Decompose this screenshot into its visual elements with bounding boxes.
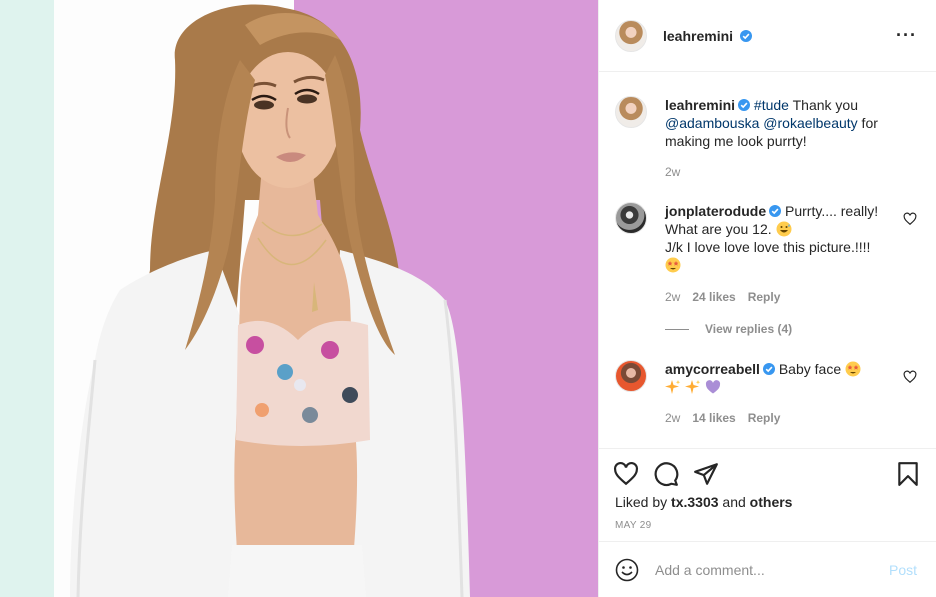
liked-prefix: Liked by <box>615 494 672 510</box>
view-replies-button[interactable]: View replies (4) <box>665 322 792 336</box>
caption-time[interactable]: 2w <box>665 165 680 179</box>
more-options-icon[interactable]: ··· <box>896 26 917 44</box>
grinning-sweat-face-icon <box>776 221 792 237</box>
like-comment-heart-icon[interactable] <box>903 370 917 384</box>
comments-list[interactable]: leahremini #tude Thank you @adambouska @… <box>599 72 936 448</box>
comment-text: jonplaterodude Purrty.... really! What a… <box>665 202 890 274</box>
author-row: leahremini <box>663 28 752 44</box>
emoji-smile-icon[interactable] <box>615 558 639 582</box>
avatar[interactable] <box>615 20 647 52</box>
comment-body: Baby face <box>778 361 842 377</box>
like-comment-heart-icon[interactable] <box>903 212 917 226</box>
avatar[interactable] <box>615 202 647 234</box>
post-date[interactable]: MAY 29 <box>615 520 651 531</box>
verified-badge-icon <box>762 363 775 375</box>
reply-button[interactable]: Reply <box>748 411 781 425</box>
avatar[interactable] <box>615 360 647 392</box>
add-comment-bar: Post <box>599 541 936 597</box>
liked-user-link[interactable]: tx.3303 <box>671 494 718 510</box>
caption-text: leahremini #tude Thank you @adambouska @… <box>665 96 900 150</box>
post-photo[interactable] <box>0 0 598 597</box>
view-replies-label[interactable]: View replies (4) <box>705 322 792 336</box>
post-header: leahremini ··· <box>599 0 936 72</box>
comment-body-line2: J/k I love love love this picture.!!!! <box>665 239 871 255</box>
star-struck-face-icon <box>665 257 681 273</box>
comment-time[interactable]: 2w <box>665 290 680 304</box>
comment-meta: 2w 14 likes Reply <box>665 411 792 425</box>
portrait-illustration <box>70 4 470 597</box>
sparkles-icon <box>684 380 701 394</box>
post-comment-button[interactable]: Post <box>889 562 917 578</box>
heart-icon[interactable] <box>613 461 639 487</box>
bookmark-icon[interactable] <box>895 461 921 487</box>
post-details-panel: leahremini ··· leahremini #tude Thank yo… <box>598 0 936 597</box>
avatar[interactable] <box>615 96 647 128</box>
verified-badge-icon <box>769 205 782 217</box>
caption-meta: 2w <box>665 165 692 179</box>
mention-link[interactable]: @rokaelbeauty <box>763 115 857 131</box>
comment-time[interactable]: 2w <box>665 411 680 425</box>
purple-heart-icon <box>705 380 720 394</box>
view-replies-divider <box>665 329 689 330</box>
comment-username[interactable]: jonplaterodude <box>665 203 766 219</box>
comment-username[interactable]: amycorreabell <box>665 361 760 377</box>
sparkles-icon <box>665 380 681 394</box>
hashtag-link[interactable]: #tude <box>754 97 789 113</box>
star-struck-face-icon <box>845 361 861 377</box>
comment-meta: 2w 24 likes Reply <box>665 290 792 304</box>
caption-username[interactable]: leahremini <box>665 97 735 113</box>
author-username[interactable]: leahremini <box>663 28 733 44</box>
caption-text-part: Thank you <box>788 97 858 113</box>
verified-badge-icon <box>739 30 752 42</box>
liked-and: and <box>718 494 750 510</box>
comment-likes[interactable]: 14 likes <box>692 411 735 425</box>
mention-link[interactable]: @adambouska <box>665 115 759 131</box>
reply-button[interactable]: Reply <box>748 290 781 304</box>
verified-badge-icon <box>738 99 751 111</box>
share-icon[interactable] <box>693 461 719 487</box>
liked-others-link[interactable]: others <box>750 494 793 510</box>
comment-icon[interactable] <box>653 461 679 487</box>
liked-by: Liked by tx.3303 and others <box>615 494 792 510</box>
post-actions: Liked by tx.3303 and others MAY 29 <box>599 448 936 540</box>
comment-text: amycorreabell Baby face <box>665 360 890 396</box>
comment-likes[interactable]: 24 likes <box>692 290 735 304</box>
add-comment-input[interactable] <box>655 560 875 580</box>
